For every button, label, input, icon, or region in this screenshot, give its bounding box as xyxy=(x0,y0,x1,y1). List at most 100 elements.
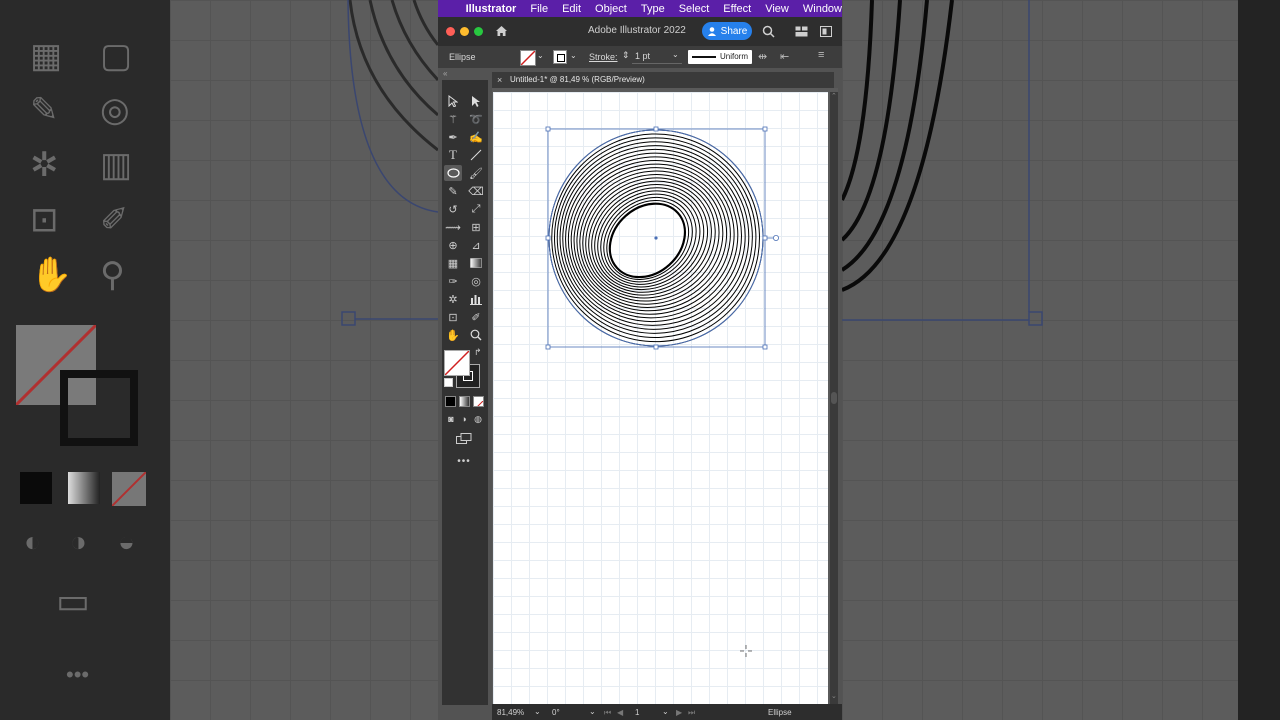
fill-dropdown-icon[interactable]: ⌄ xyxy=(537,51,544,60)
hand-tool-icon[interactable]: ✋ xyxy=(444,327,462,343)
menu-app-name[interactable]: Illustrator xyxy=(466,3,517,15)
line-tool-icon[interactable] xyxy=(467,147,485,163)
perspective-grid-tool-icon[interactable]: ⊿ xyxy=(467,237,485,253)
rotate-tool-icon[interactable]: ↺ xyxy=(444,201,462,217)
eyedropper-tool-icon[interactable]: ✑ xyxy=(444,273,462,289)
workspace-icon[interactable] xyxy=(795,26,808,37)
scroll-up-icon[interactable]: ⌃ xyxy=(831,92,837,100)
bg-graph-icon: ▥ xyxy=(100,146,133,184)
paintbrush-tool-icon[interactable]: 🖌 xyxy=(467,165,485,181)
stroke-weight-value: 1 pt xyxy=(635,51,651,61)
direct-selection-tool-icon[interactable] xyxy=(467,93,485,109)
menu-view[interactable]: View xyxy=(765,3,789,15)
lasso-tool-icon[interactable]: ➰ xyxy=(467,111,485,127)
background-right xyxy=(842,0,1280,720)
shape-builder-tool-icon[interactable]: ⊕ xyxy=(444,237,462,253)
column-graph-tool-icon[interactable] xyxy=(467,291,485,307)
document-tab-title[interactable]: Untitled-1* @ 81,49 % (RGB/Preview) xyxy=(510,75,645,84)
free-transform-tool-icon[interactable]: ⊞ xyxy=(467,219,485,235)
mesh-tool-icon[interactable]: ▦ xyxy=(444,255,462,271)
magic-wand-tool-icon[interactable]: ⚚ xyxy=(444,111,462,127)
previous-artboard-icon[interactable]: ◀ xyxy=(617,708,623,717)
share-button[interactable]: Share xyxy=(702,22,752,40)
stroke-weight-dropdown-icon[interactable]: ⌄ xyxy=(672,50,679,59)
scale-tool-icon[interactable]: ⤢ xyxy=(467,201,485,217)
zoom-level[interactable]: 81,49% xyxy=(497,708,524,717)
pie-widget-handle[interactable] xyxy=(772,234,779,241)
bg-black-swatch xyxy=(20,472,52,504)
status-bar: 81,49% ⌄ 0° ⌄ ⏮ ◀ 1 ⌄ ▶ ⏭ Ellipse xyxy=(492,704,842,720)
stroke-dropdown-icon[interactable]: ⌄ xyxy=(570,51,577,60)
change-screen-mode-icon[interactable] xyxy=(455,430,473,446)
collapse-toolbar-icon[interactable]: « xyxy=(443,69,447,78)
next-artboard-icon[interactable]: ▶ xyxy=(676,708,682,717)
close-window-button[interactable] xyxy=(446,27,455,36)
zoom-tool-icon[interactable] xyxy=(467,327,485,343)
menu-effect[interactable]: Effect xyxy=(723,3,751,15)
ellipse-tool-icon[interactable] xyxy=(444,165,462,181)
rotation-value[interactable]: 0° xyxy=(552,708,560,717)
menu-bar: Illustrator File Edit Object Type Select… xyxy=(438,0,842,17)
close-tab-icon[interactable]: × xyxy=(497,75,502,85)
background-tool-panel: ▦ ▢ ✎ ◎ ✲ ▥ ⊡ ✐ ✋ ⚲ ◐ ◑ ◒ ▭ ••• xyxy=(0,0,170,720)
first-artboard-icon[interactable]: ⏮ xyxy=(604,708,611,718)
swap-fill-stroke-icon[interactable]: ↱ xyxy=(474,347,482,358)
draw-inside-icon[interactable]: ◍ xyxy=(469,411,487,427)
stroke-label[interactable]: Stroke: xyxy=(589,52,618,62)
artwork[interactable] xyxy=(493,92,828,704)
blend-tool-icon[interactable]: ◎ xyxy=(467,273,485,289)
pen-tool-icon[interactable]: ✒ xyxy=(444,129,462,145)
stroke-swatch[interactable] xyxy=(553,50,567,64)
search-icon[interactable] xyxy=(762,25,775,38)
selection-tool-icon[interactable] xyxy=(444,93,462,109)
background-panel-right xyxy=(1238,0,1280,720)
artboard-number[interactable]: 1 xyxy=(635,708,639,717)
artboard[interactable] xyxy=(493,92,828,704)
color-mode-icon[interactable] xyxy=(445,396,456,407)
profile-label: Uniform xyxy=(720,52,749,61)
menu-file[interactable]: File xyxy=(530,3,548,15)
default-fill-stroke-icon[interactable] xyxy=(444,378,453,387)
bg-draw-mode-icon: ◐ xyxy=(24,526,41,557)
scroll-down-icon[interactable]: ⌄ xyxy=(831,692,837,700)
rotation-dropdown-icon[interactable]: ⌄ xyxy=(589,707,596,716)
vertical-scrollbar[interactable]: ⌃ ⌄ xyxy=(830,92,838,704)
edit-toolbar-icon[interactable]: ••• xyxy=(455,453,473,469)
bg-grid-icon: ▦ xyxy=(30,37,63,75)
current-tool-status[interactable]: Ellipse xyxy=(768,708,792,717)
tools-panel: ⚚ ➰ ✒ ✍ T 🖌 ✎ ⌫ ↺ ⤢ ⟿ ⊞ ⊕ ⊿ ▦ ✑ ◎ ✲ ⊡ ✐ … xyxy=(442,80,488,705)
artboard-dropdown-icon[interactable]: ⌄ xyxy=(662,707,669,716)
menu-select[interactable]: Select xyxy=(679,3,710,15)
shaper-tool-icon[interactable]: ✎ xyxy=(444,183,462,199)
zoom-dropdown-icon[interactable]: ⌄ xyxy=(534,707,541,716)
type-tool-icon[interactable]: T xyxy=(444,147,462,163)
minimize-window-button[interactable] xyxy=(460,27,469,36)
last-artboard-icon[interactable]: ⏭ xyxy=(688,708,695,718)
menu-type[interactable]: Type xyxy=(641,3,665,15)
slice-tool-icon[interactable]: ✐ xyxy=(467,309,485,325)
none-mode-icon[interactable] xyxy=(473,396,484,407)
variable-width-profile[interactable]: Uniform xyxy=(688,50,752,64)
symbol-sprayer-tool-icon[interactable]: ✲ xyxy=(444,291,462,307)
brush-definition-icon[interactable]: ⇹ xyxy=(758,50,767,63)
arrange-documents-icon[interactable] xyxy=(820,26,832,37)
stroke-stepper-icon[interactable]: ⇕ xyxy=(622,50,630,61)
control-bar-menu-icon[interactable]: ≡ xyxy=(818,49,824,61)
eraser-tool-icon[interactable]: ⌫ xyxy=(467,183,485,199)
stroke-weight-field[interactable]: 1 pt ⌄ xyxy=(632,50,682,64)
menu-object[interactable]: Object xyxy=(595,3,627,15)
curvature-tool-icon[interactable]: ✍ xyxy=(467,129,485,145)
zoom-window-button[interactable] xyxy=(474,27,483,36)
align-icon[interactable]: ⇤ xyxy=(780,50,789,63)
home-icon[interactable] xyxy=(495,25,508,37)
fill-swatch[interactable] xyxy=(520,50,536,66)
menu-edit[interactable]: Edit xyxy=(562,3,581,15)
menu-window[interactable]: Window xyxy=(803,3,842,15)
artboard-tool-icon[interactable]: ⊡ xyxy=(444,309,462,325)
gradient-mode-icon[interactable] xyxy=(459,396,470,407)
width-tool-icon[interactable]: ⟿ xyxy=(444,219,462,235)
gradient-tool-icon[interactable] xyxy=(467,255,485,271)
fill-color-swatch[interactable] xyxy=(444,350,470,376)
bg-artboard-icon: ⊡ xyxy=(30,201,59,239)
scroll-thumb[interactable] xyxy=(831,392,837,404)
